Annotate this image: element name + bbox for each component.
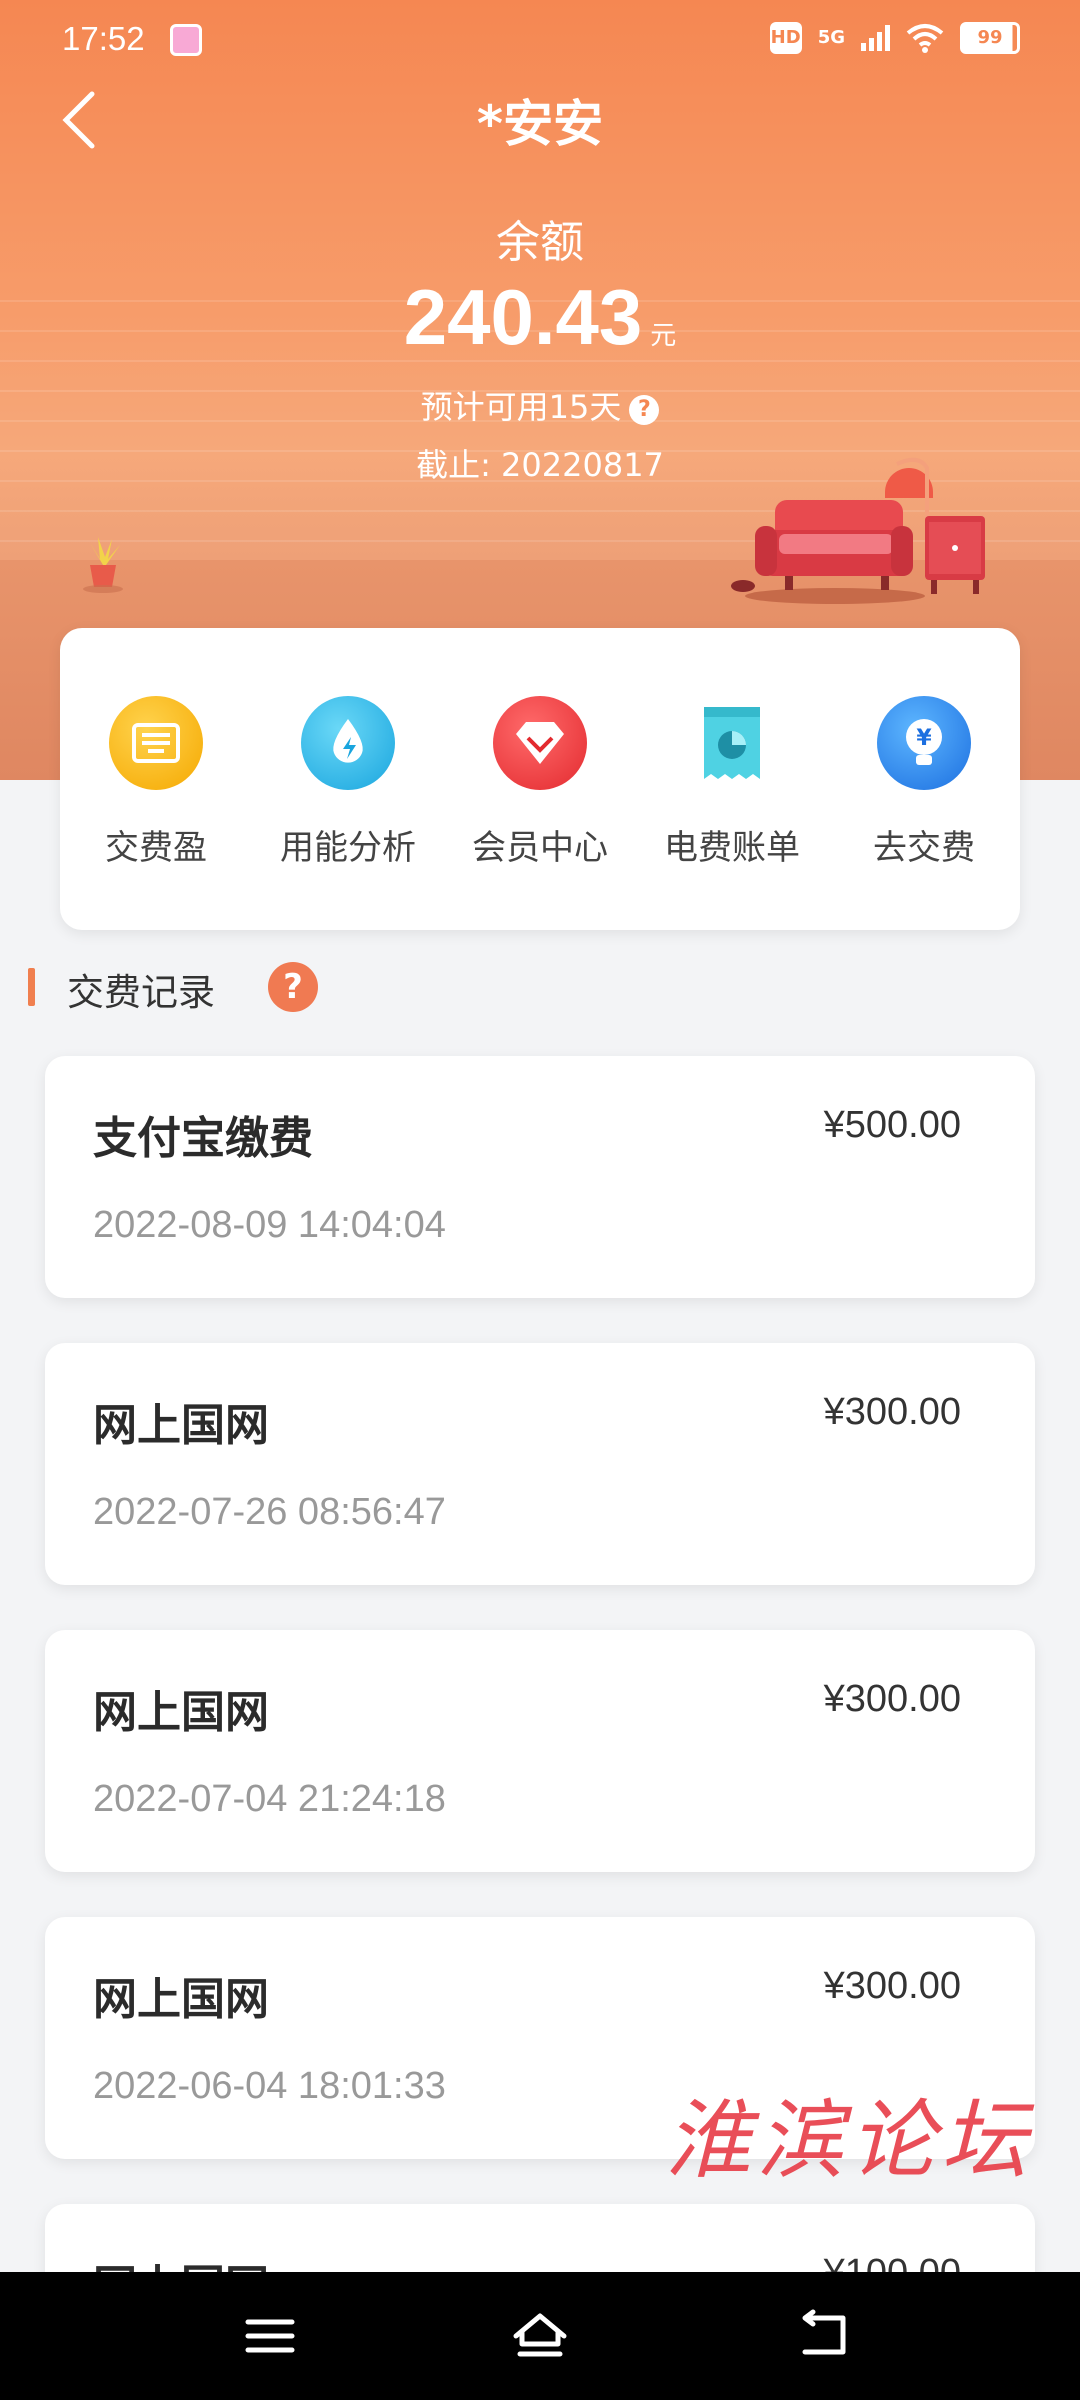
home-icon (513, 2313, 567, 2357)
status-time: 17:52 (62, 20, 145, 57)
return-icon (802, 2309, 846, 2355)
record-name: 网上国网 (93, 1400, 269, 1451)
menu-icon (245, 2319, 295, 2353)
service-label: 电费账单 (664, 828, 800, 868)
help-icon[interactable]: ? (268, 962, 318, 1012)
svg-text:¥: ¥ (916, 726, 932, 751)
service-go-pay[interactable]: ¥ 去交费 (828, 696, 1020, 869)
deadline-text: 截止: 20220817 (416, 446, 664, 484)
record-amount: ¥500.00 (823, 1104, 961, 1146)
record-name: 支付宝缴费 (93, 1113, 313, 1164)
balance-unit: 元 (650, 321, 677, 351)
balance-label: 余额 (496, 217, 584, 268)
home-button[interactable] (510, 2308, 570, 2364)
balance-value: 240.43 (403, 273, 643, 361)
signal-icon (861, 25, 890, 51)
record-time: 2022-07-26 08:56:47 (93, 1491, 446, 1533)
service-electricity-bill[interactable]: 电费账单 (636, 696, 828, 869)
record-name: 网上国网 (93, 1687, 269, 1738)
system-navigation-bar (0, 2272, 1080, 2400)
record-time: 2022-07-04 21:24:18 (93, 1778, 446, 1820)
status-bar: 17:52 HD 5G 99 (0, 0, 1080, 80)
coin-icon (109, 696, 203, 790)
estimate-text: 预计可用15天 (420, 388, 622, 426)
plant-illustration (83, 537, 123, 593)
service-label: 用能分析 (280, 828, 416, 868)
bill-icon (685, 696, 779, 790)
record-time: 2022-06-04 18:01:33 (93, 2065, 446, 2107)
section-accent-bar (28, 968, 35, 1006)
camera-notification-icon (170, 24, 202, 56)
page-title: *安安 (476, 95, 604, 153)
record-amount: ¥300.00 (823, 1965, 961, 2007)
service-label: 交费盈 (105, 828, 207, 868)
estimate-row: 预计可用15天? (0, 382, 1080, 428)
record-time: 2022-08-09 14:04:04 (93, 1204, 446, 1246)
payment-record[interactable]: 网上国网 ¥300.00 2022-07-26 08:56:47 (45, 1343, 1035, 1585)
energy-drop-icon (301, 696, 395, 790)
yuan-bulb-icon: ¥ (877, 696, 971, 790)
record-name: 网上国网 (93, 1974, 269, 2025)
network-type: 5G (817, 27, 845, 48)
back-nav-button[interactable] (795, 2308, 855, 2364)
balance-row: 240.43 元 (0, 272, 1080, 363)
service-member-center[interactable]: 会员中心 (444, 696, 636, 869)
menu-button[interactable] (240, 2308, 300, 2364)
wifi-icon (906, 24, 944, 53)
service-label: 会员中心 (472, 828, 608, 868)
payment-record[interactable]: 网上国网 ¥300.00 2022-07-04 21:24:18 (45, 1630, 1035, 1872)
service-energy-analysis[interactable]: 用能分析 (252, 696, 444, 869)
service-jiaofeiying[interactable]: 交费盈 (60, 696, 252, 869)
record-amount: ¥300.00 (823, 1678, 961, 1720)
services-card: 交费盈 用能分析 会员中心 电费账单 ¥ 去交费 (60, 628, 1020, 930)
record-amount: ¥300.00 (823, 1391, 961, 1433)
diamond-icon (493, 696, 587, 790)
help-icon[interactable]: ? (629, 395, 660, 425)
battery-icon: 99 (960, 22, 1020, 54)
service-label: 去交费 (873, 828, 975, 868)
section-title: 交费记录 (67, 971, 215, 1014)
payment-record[interactable]: 支付宝缴费 ¥500.00 2022-08-09 14:04:04 (45, 1056, 1035, 1298)
hd-icon: HD (769, 22, 802, 54)
watermark: 淮滨论坛 (665, 2091, 1033, 2191)
